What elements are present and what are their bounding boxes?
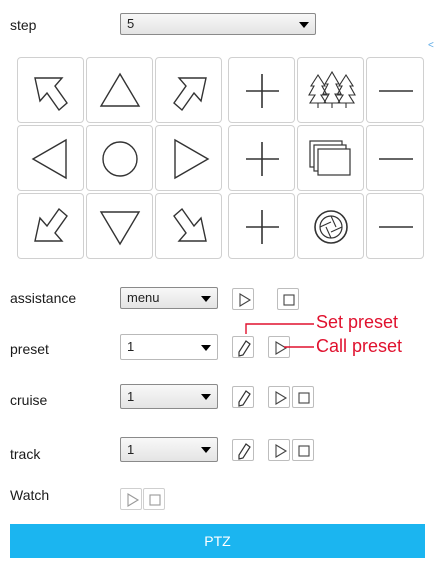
watch-play-button[interactable]	[120, 488, 142, 510]
stop-icon	[149, 494, 161, 506]
stop-icon	[298, 392, 310, 404]
track-stop-button[interactable]	[292, 439, 314, 461]
chevron-down-icon	[201, 394, 211, 400]
play-icon	[275, 391, 288, 405]
play-icon	[275, 444, 288, 458]
cruise-edit-button[interactable]	[232, 386, 254, 408]
cruise-select[interactable]: 1	[120, 384, 218, 409]
track-edit-button[interactable]	[232, 439, 254, 461]
set-preset-annotation: Set preset	[316, 312, 399, 332]
watch-stop-button[interactable]	[143, 488, 165, 510]
chevron-down-icon	[201, 447, 211, 453]
cruise-value: 1	[127, 389, 135, 404]
track-select[interactable]: 1	[120, 437, 218, 462]
watch-label: Watch	[10, 487, 50, 503]
track-label: track	[10, 446, 41, 462]
play-icon	[127, 493, 140, 507]
cruise-label: cruise	[10, 392, 48, 408]
ptz-button[interactable]: PTZ	[10, 524, 425, 558]
cruise-play-button[interactable]	[268, 386, 290, 408]
annotation-leaders	[245, 323, 314, 348]
call-preset-annotation: Call preset	[316, 336, 403, 356]
edit-pencil-icon	[238, 390, 251, 407]
stop-icon	[298, 445, 310, 457]
track-value: 1	[127, 442, 135, 457]
track-play-button[interactable]	[268, 439, 290, 461]
cruise-stop-button[interactable]	[292, 386, 314, 408]
edit-pencil-icon	[238, 443, 251, 460]
